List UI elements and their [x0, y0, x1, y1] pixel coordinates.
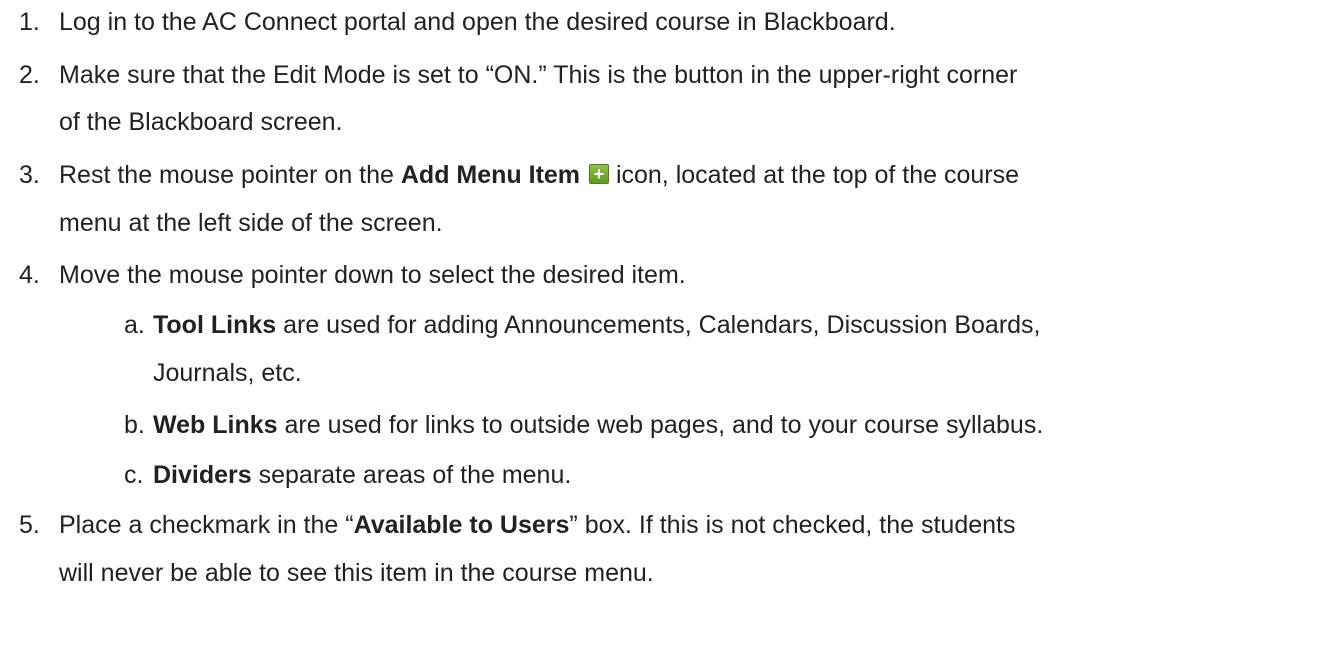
step-4c-desc: separate areas of the menu.: [251, 461, 572, 489]
tool-links-label: Tool Links: [153, 311, 277, 339]
step-2-text-line2: of the Blackboard screen.: [59, 108, 343, 136]
step-4c-letter: c.: [124, 461, 144, 489]
available-to-users-label: Available to Users: [353, 511, 570, 539]
step-3-text-line1: Rest the mouse pointer on the Add Menu I…: [59, 160, 1019, 190]
step-1-number: 1.: [19, 8, 40, 36]
step-4a-letter: a.: [124, 311, 145, 339]
step-5-number: 5.: [19, 511, 40, 539]
step-4-number: 4.: [19, 261, 40, 289]
step-5-text-line2: will never be able to see this item in t…: [59, 559, 654, 587]
step-5-pre: Place a checkmark in the “: [59, 511, 354, 539]
step-3-number: 3.: [19, 161, 40, 189]
step-3-pre: Rest the mouse pointer on the: [59, 161, 401, 189]
step-4c-text: Dividers separate areas of the menu.: [153, 460, 571, 490]
step-2-text-line1: Make sure that the Edit Mode is set to “…: [59, 61, 1018, 89]
add-menu-item-label: Add Menu Item: [400, 161, 581, 189]
step-2-number: 2.: [19, 61, 40, 89]
step-4-text: Move the mouse pointer down to select th…: [59, 261, 686, 289]
plus-icon: +: [589, 164, 609, 184]
dividers-label: Dividers: [153, 461, 252, 489]
step-4a-text-line2: Journals, etc.: [153, 359, 302, 387]
step-3-text-line2: menu at the left side of the screen.: [59, 209, 443, 237]
step-3-post: icon, located at the top of the course: [609, 161, 1019, 189]
step-5-text-line1: Place a checkmark in the “Available to U…: [59, 510, 1016, 540]
step-4a-desc: are used for adding Announcements, Calen…: [276, 311, 1041, 339]
step-1-text: Log in to the AC Connect portal and open…: [59, 8, 896, 36]
document-page: 1. Log in to the AC Connect portal and o…: [0, 0, 1319, 654]
web-links-label: Web Links: [153, 411, 278, 439]
step-4b-letter: b.: [124, 411, 145, 439]
step-5-post: ” box. If this is not checked, the stude…: [569, 511, 1016, 539]
step-4b-desc: are used for links to outside web pages,…: [277, 411, 1044, 439]
step-4a-text-line1: Tool Links are used for adding Announcem…: [153, 310, 1041, 340]
step-4b-text: Web Links are used for links to outside …: [153, 410, 1043, 440]
